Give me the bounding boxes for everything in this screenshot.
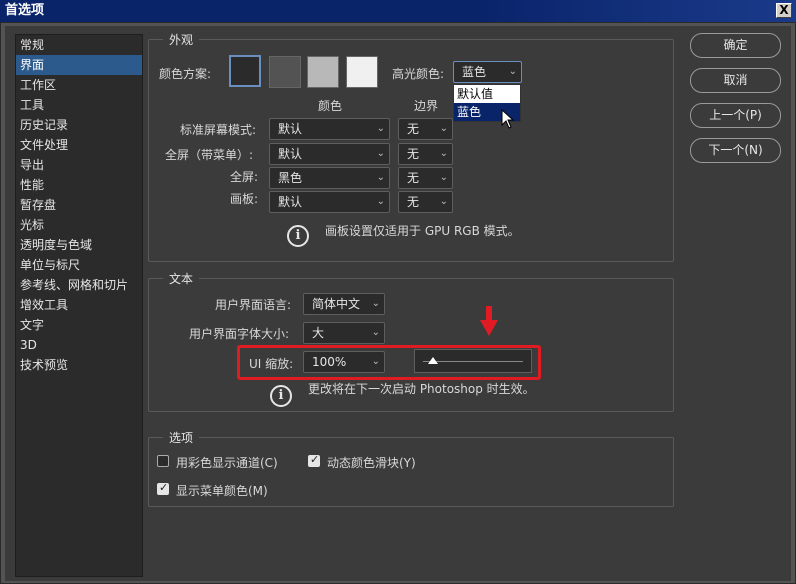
sidebar-item-scratch-disks[interactable]: 暂存盘 — [16, 195, 142, 215]
sidebar-item-units[interactable]: 单位与标尺 — [16, 255, 142, 275]
sidebar-item-history[interactable]: 历史记录 — [16, 115, 142, 135]
color-scheme-swatch-dark[interactable] — [269, 56, 301, 88]
sidebar-item-performance[interactable]: 性能 — [16, 175, 142, 195]
fullscreen-row-label: 全屏: — [230, 170, 259, 184]
select-value: 默认 — [278, 195, 303, 209]
color-scheme-swatch-darkest[interactable] — [229, 55, 261, 87]
ui-font-size-select[interactable]: 大 ⌄ — [303, 322, 385, 344]
appearance-title: 外观 — [163, 31, 200, 48]
chevron-down-icon: ⌄ — [508, 66, 517, 77]
artboard-color-select[interactable]: 默认 ⌄ — [269, 191, 390, 213]
color-channels-label: 用彩色显示通道(C) — [176, 456, 278, 470]
chevron-down-icon: ⌄ — [376, 196, 385, 207]
restart-note: 更改将在下一次启动 Photoshop 时生效。 — [308, 382, 535, 396]
close-button[interactable]: X — [776, 3, 792, 18]
info-icon: i — [287, 225, 309, 247]
chevron-down-icon: ⌄ — [439, 148, 448, 159]
sidebar-item-tech-preview[interactable]: 技术预览 — [16, 355, 142, 375]
window-titlebar: 首选项 X — [0, 0, 796, 22]
category-sidebar: 常规 界面 工作区 工具 历史记录 文件处理 导出 性能 暂存盘 光标 透明度与… — [15, 34, 143, 577]
dropdown-option-default[interactable]: 默认值 — [454, 85, 520, 103]
ui-font-size-label: 用户界面字体大小: — [189, 327, 290, 341]
info-icon: i — [270, 385, 292, 407]
annotation-highlight-box — [237, 345, 541, 380]
color-scheme-swatch-light[interactable] — [307, 56, 339, 88]
window-title: 首选项 — [5, 3, 45, 18]
chevron-down-icon: ⌄ — [371, 327, 380, 338]
menu-colors-checkbox[interactable] — [157, 481, 169, 495]
artboard-row-label: 画板: — [230, 192, 259, 206]
color-scheme-label: 颜色方案: — [159, 67, 212, 81]
sidebar-item-file-handling[interactable]: 文件处理 — [16, 135, 142, 155]
cancel-button[interactable]: 取消 — [690, 68, 781, 93]
highlight-color-select[interactable]: 蓝色 ⌄ — [453, 61, 522, 83]
select-value: 大 — [312, 326, 325, 340]
screen-mode-row-label: 标准屏幕模式: — [180, 123, 257, 137]
select-value: 无 — [407, 122, 420, 136]
prev-button[interactable]: 上一个(P) — [690, 103, 781, 128]
artboard-note: 画板设置仅适用于 GPU RGB 模式。 — [325, 224, 520, 238]
annotation-arrow-icon — [480, 306, 498, 336]
menu-colors-label: 显示菜单颜色(M) — [176, 484, 268, 498]
highlight-color-label: 高光颜色: — [392, 67, 445, 81]
sidebar-item-transparency[interactable]: 透明度与色域 — [16, 235, 142, 255]
dynamic-sliders-checkbox[interactable] — [308, 453, 320, 467]
artboard-border-select[interactable]: 无 ⌄ — [398, 191, 453, 213]
select-value: 无 — [407, 147, 420, 161]
sidebar-item-3d[interactable]: 3D — [16, 335, 142, 355]
sidebar-item-cursors[interactable]: 光标 — [16, 215, 142, 235]
dynamic-sliders-label: 动态颜色滑块(Y) — [327, 456, 416, 470]
sidebar-item-tools[interactable]: 工具 — [16, 95, 142, 115]
highlight-color-value: 蓝色 — [462, 65, 487, 79]
chevron-down-icon: ⌄ — [376, 123, 385, 134]
chevron-down-icon: ⌄ — [376, 172, 385, 183]
select-value: 无 — [407, 195, 420, 209]
column-header-color: 颜色 — [318, 99, 343, 113]
ok-button[interactable]: 确定 — [690, 33, 781, 58]
sidebar-item-guides[interactable]: 参考线、网格和切片 — [16, 275, 142, 295]
select-value: 默认 — [278, 147, 303, 161]
options-title: 选项 — [163, 429, 200, 446]
chevron-down-icon: ⌄ — [376, 148, 385, 159]
sidebar-item-export[interactable]: 导出 — [16, 155, 142, 175]
sidebar-item-general[interactable]: 常规 — [16, 35, 142, 55]
color-channels-checkbox[interactable] — [157, 455, 169, 467]
fullscreen-menu-color-select[interactable]: 默认 ⌄ — [269, 143, 390, 165]
select-value: 简体中文 — [312, 297, 361, 311]
chevron-down-icon: ⌄ — [439, 172, 448, 183]
fullscreen-menu-border-select[interactable]: 无 ⌄ — [398, 143, 453, 165]
mouse-cursor-icon — [501, 109, 515, 129]
ui-language-select[interactable]: 简体中文 ⌄ — [303, 293, 385, 315]
chevron-down-icon: ⌄ — [439, 123, 448, 134]
select-value: 无 — [407, 171, 420, 185]
sidebar-item-type[interactable]: 文字 — [16, 315, 142, 335]
fullscreen-color-select[interactable]: 黑色 ⌄ — [269, 167, 390, 189]
sidebar-item-interface[interactable]: 界面 — [16, 55, 142, 75]
sidebar-item-plugins[interactable]: 增效工具 — [16, 295, 142, 315]
fullscreen-menu-row-label: 全屏（带菜单）: — [165, 148, 254, 162]
chevron-down-icon: ⌄ — [439, 196, 448, 207]
select-value: 黑色 — [278, 171, 303, 185]
standard-screen-border-select[interactable]: 无 ⌄ — [398, 118, 453, 140]
text-title: 文本 — [163, 270, 200, 287]
column-header-border: 边界 — [414, 99, 439, 113]
standard-screen-color-select[interactable]: 默认 ⌄ — [269, 118, 390, 140]
color-scheme-swatch-lightest[interactable] — [346, 56, 378, 88]
select-value: 默认 — [278, 122, 303, 136]
sidebar-item-workspace[interactable]: 工作区 — [16, 75, 142, 95]
ui-language-label: 用户界面语言: — [215, 298, 292, 312]
next-button[interactable]: 下一个(N) — [690, 138, 781, 163]
chevron-down-icon: ⌄ — [371, 298, 380, 309]
fullscreen-border-select[interactable]: 无 ⌄ — [398, 167, 453, 189]
